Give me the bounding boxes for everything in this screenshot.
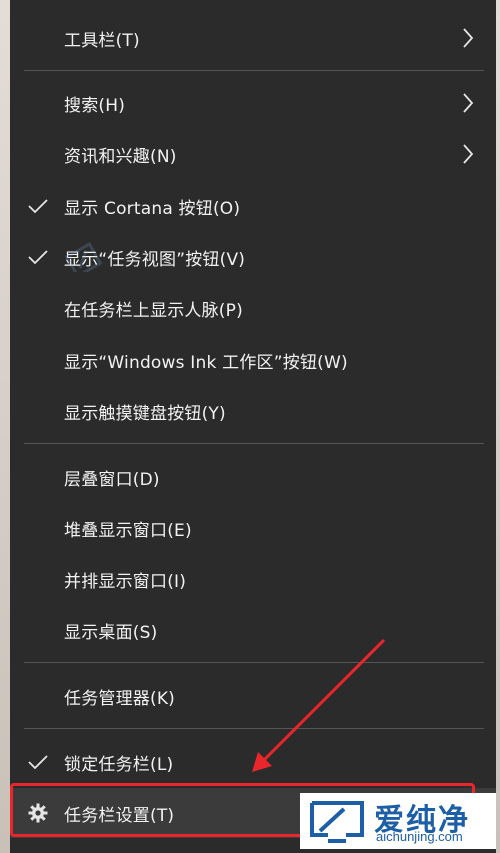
menu-item-label: 显示触摸键盘按钮(Y) [64,403,226,424]
menu-item-label: 任务栏设置(T) [64,805,175,826]
menu-item-lock-taskbar[interactable]: 锁定任务栏(L) [10,737,496,787]
menu-item-label: 任务管理器(K) [64,688,176,709]
menu-item-label: 显示“Windows Ink 工作区”按钮(W) [64,352,348,373]
menu-item-label: 搜索(H) [64,95,126,116]
menu-separator [24,662,484,663]
taskbar-context-menu: 工具栏(T) 搜索(H) 资讯和兴趣(N) 显示 Cortana 按钮(O) 显… [10,0,496,853]
menu-item-label: 并排显示窗口(I) [64,571,187,592]
checkmark-icon [28,250,48,265]
menu-item-label: 工具栏(T) [64,30,140,51]
checkmark-icon [28,199,48,214]
checkmark-icon [28,755,48,770]
menu-item-toolbars[interactable]: 工具栏(T) [10,13,496,63]
chevron-right-icon [463,28,474,48]
chevron-right-icon [463,93,474,113]
menu-item-show-cortana-button[interactable]: 显示 Cortana 按钮(O) [10,181,496,231]
menu-item-side-by-side-windows[interactable]: 并排显示窗口(I) [10,554,496,604]
menu-item-task-manager[interactable]: 任务管理器(K) [10,671,496,721]
menu-item-news-and-interests[interactable]: 资讯和兴趣(N) [10,129,496,179]
site-watermark: 爱纯净 aichunjing.com [300,793,496,849]
gear-icon [28,803,48,823]
menu-item-label: 堆叠显示窗口(E) [64,520,192,541]
menu-item-label: 资讯和兴趣(N) [64,146,177,167]
chevron-right-icon [463,144,474,164]
monitor-logo-icon [310,801,364,843]
menu-item-label: 显示 Cortana 按钮(O) [64,198,241,219]
menu-item-label: 层叠窗口(D) [64,469,160,490]
menu-item-label: 锁定任务栏(L) [64,754,174,775]
menu-item-show-desktop[interactable]: 显示桌面(S) [10,605,496,655]
menu-item-stack-windows[interactable]: 堆叠显示窗口(E) [10,503,496,553]
menu-separator [24,70,484,71]
menu-separator [24,728,484,729]
menu-separator [24,443,484,444]
menu-item-cascade-windows[interactable]: 层叠窗口(D) [10,452,496,502]
menu-item-label: 显示“任务视图”按钮(V) [64,249,246,270]
menu-item-show-touch-keyboard-button[interactable]: 显示触摸键盘按钮(Y) [10,386,496,436]
menu-item-label: 在任务栏上显示人脉(P) [64,300,243,321]
menu-item-show-task-view-button[interactable]: 显示“任务视图”按钮(V) [10,232,496,282]
menu-item-show-windows-ink-button[interactable]: 显示“Windows Ink 工作区”按钮(W) [10,335,496,385]
menu-item-show-people[interactable]: 在任务栏上显示人脉(P) [10,283,496,333]
watermark-url: aichunjing.com [376,829,463,844]
desktop-background: 工具栏(T) 搜索(H) 资讯和兴趣(N) 显示 Cortana 按钮(O) 显… [0,0,500,853]
menu-item-search[interactable]: 搜索(H) [10,78,496,128]
menu-item-label: 显示桌面(S) [64,622,158,643]
